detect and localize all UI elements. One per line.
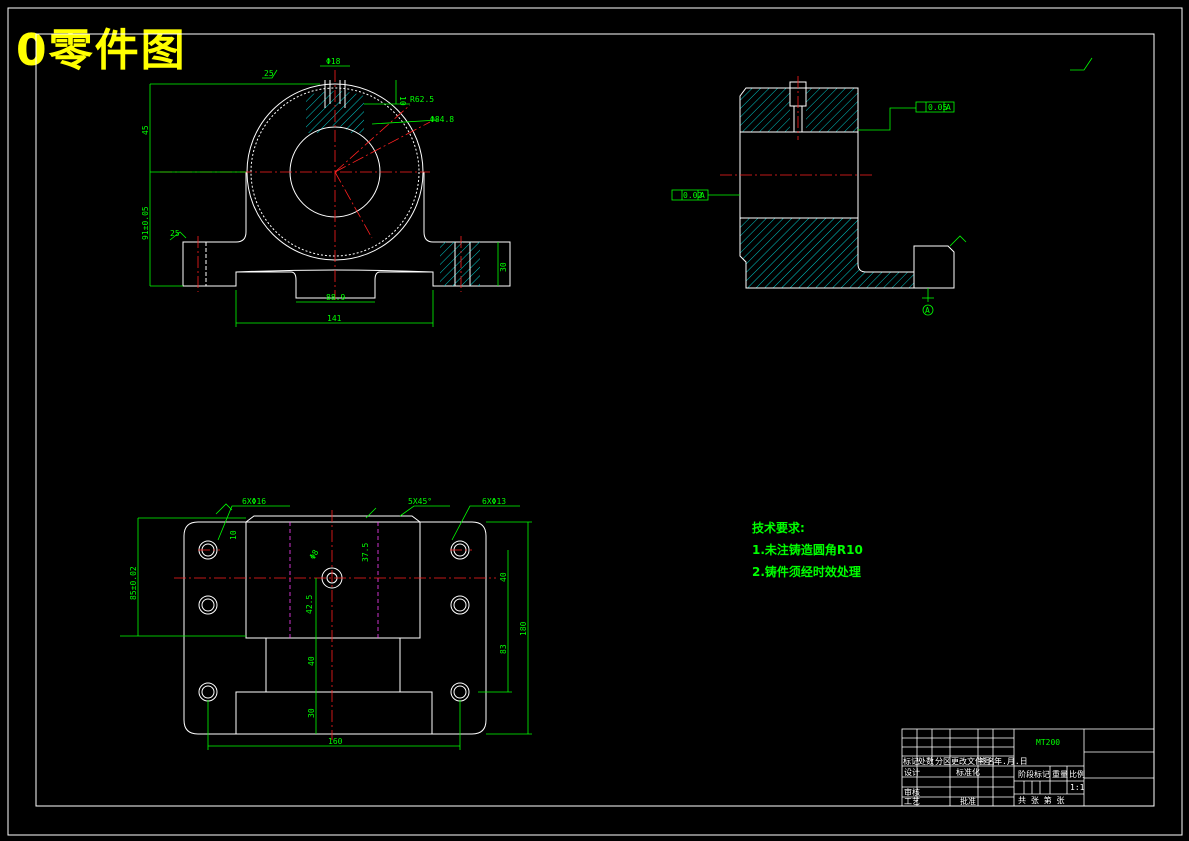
dim-42-5: 42.5 — [305, 595, 314, 614]
dim-37-5: 37.5 — [361, 543, 370, 562]
top-view: 6XΦ16 5X45° 6XΦ13 160 180 85±0.02 40 83 … — [120, 497, 532, 750]
tech-req-2: 2.铸件须经时效处理 — [752, 564, 861, 579]
material: MT200 — [1036, 738, 1060, 747]
tb-sheets: 共 张 第 张 — [1018, 795, 1064, 805]
tb-scale: 1:1 — [1070, 783, 1085, 792]
tb-h3: 分区 — [935, 757, 951, 766]
dim-slot-width: 88.9 — [326, 293, 345, 302]
side-view: 0.05 A 0.02 A A — [671, 57, 1093, 316]
tb-weight: 重量 — [1052, 769, 1068, 779]
holes-left-callout: 6XΦ16 — [242, 497, 266, 506]
tech-req-1: 1.未注铸造圆角R10 — [752, 542, 863, 557]
flatness-datum: A — [946, 103, 951, 112]
rough-left: 25 — [170, 229, 180, 238]
dim-height-180: 180 — [519, 621, 528, 636]
dim-top-depth: 10 — [398, 96, 407, 106]
holes-right-callout: 6XΦ13 — [482, 497, 506, 506]
chamfer-callout: 5X45° — [408, 497, 432, 506]
inner-frame — [35, 33, 1155, 807]
tb-h1: 标记 — [903, 756, 919, 766]
dim-10: 10 — [229, 530, 238, 540]
dim-83: 83 — [499, 644, 508, 654]
flatness-tolerance: 0.05 — [928, 103, 947, 112]
tb-craft: 工艺 — [904, 797, 920, 806]
dim-top-hole: Φ18 — [326, 57, 341, 66]
tb-stage: 阶段标记 — [1018, 769, 1050, 779]
tb-std: 标准化 — [956, 767, 980, 777]
dim-pin: Φ8 — [308, 548, 321, 561]
cad-drawing: Φ18 10 R62.5 Φ84.8 45 91±0.05 88.9 141 3… — [7, 7, 1183, 836]
dim-40: 40 — [499, 572, 508, 582]
dim-top-height: 45 — [141, 125, 150, 135]
front-view: Φ18 10 R62.5 Φ84.8 45 91±0.05 88.9 141 3… — [141, 57, 511, 327]
tb-ratio: 比例 — [1069, 769, 1085, 779]
dim-30: 30 — [307, 708, 316, 718]
dim-base-width: 141 — [327, 314, 342, 323]
dim-vert-40: 40 — [307, 656, 316, 666]
title-block: MT200 标记 处数 分区 更改文件号 签名 年.月.日 设计 标准化 审核 … — [901, 728, 1155, 807]
dim-outer-radius: R62.5 — [410, 95, 434, 104]
dim-foot-height: 30 — [499, 262, 508, 272]
datum-symbol: A — [925, 306, 930, 315]
rough-top: 25 — [264, 69, 274, 78]
tech-heading: 技术要求: — [752, 520, 805, 535]
tb-audit: 审核 — [904, 787, 920, 797]
dim-width-160: 160 — [328, 737, 343, 746]
tb-h6: 年.月.日 — [994, 756, 1028, 766]
tb-design: 设计 — [904, 767, 920, 777]
tb-approve: 批准 — [960, 796, 976, 806]
dim-bore: Φ84.8 — [430, 115, 454, 124]
perp-datum: A — [700, 191, 705, 200]
tb-h2: 处数 — [918, 756, 934, 766]
tb-h5: 签名 — [979, 756, 995, 766]
dim-total-height: 91±0.05 — [141, 206, 150, 240]
dim-block-85: 85±0.02 — [129, 566, 138, 600]
